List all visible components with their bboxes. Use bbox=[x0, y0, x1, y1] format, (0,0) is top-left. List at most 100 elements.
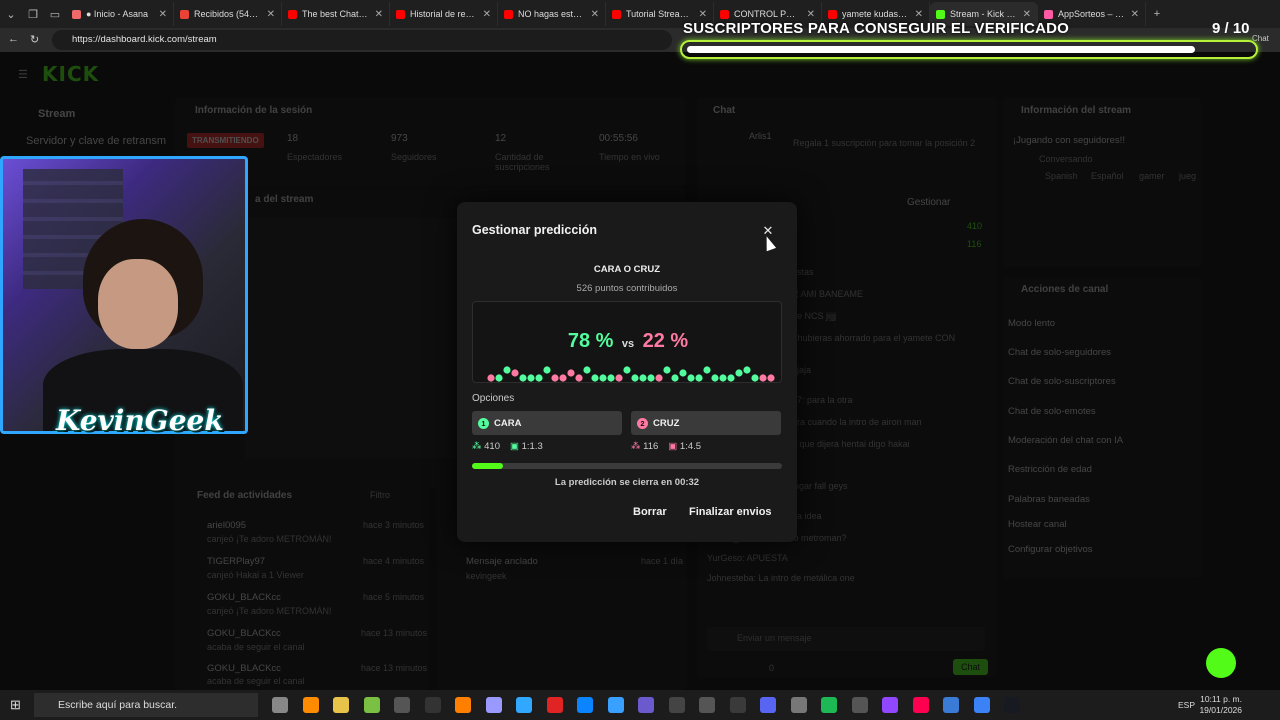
channel-actions-title: Acciones de canal bbox=[1021, 284, 1109, 295]
action-followers-only[interactable]: Chat de solo-seguidores bbox=[1008, 347, 1111, 358]
taskbar-app-icon[interactable] bbox=[333, 697, 349, 713]
taskbar-app-icon[interactable] bbox=[821, 697, 837, 713]
taskbar-search-input[interactable]: Escribe aquí para buscar. bbox=[34, 693, 258, 717]
action-subs-only[interactable]: Chat de solo-suscriptores bbox=[1008, 376, 1116, 387]
tab-close-icon[interactable]: ✕ bbox=[267, 9, 275, 20]
option-cruz-button[interactable]: 2 CRUZ bbox=[631, 411, 781, 435]
sidebar-item-stream-key[interactable]: Servidor y clave de retransm bbox=[26, 135, 166, 147]
chat-line: Johnesteba: La intro de metálica one bbox=[707, 573, 855, 583]
webcam-feed bbox=[0, 156, 248, 434]
taskbar-app-icon[interactable] bbox=[882, 697, 898, 713]
taskbar-app-icon[interactable] bbox=[546, 697, 563, 713]
taskbar-app-icon[interactable] bbox=[729, 697, 746, 713]
taskbar-app-icon[interactable] bbox=[790, 697, 807, 713]
new-tab-icon[interactable]: + bbox=[1146, 0, 1168, 28]
taskbar-app-icon[interactable] bbox=[973, 697, 990, 713]
chat-send-button[interactable]: Chat bbox=[953, 659, 989, 675]
action-slow-mode[interactable]: Modo lento bbox=[1008, 318, 1055, 329]
browser-tab[interactable]: ● Inicio - Asana ✕ bbox=[66, 2, 174, 26]
vote-dot bbox=[759, 374, 767, 382]
tab-list-icon[interactable]: ⌄ bbox=[0, 0, 22, 28]
delete-button[interactable]: Borrar bbox=[633, 506, 667, 518]
workspaces-icon[interactable]: ❐ bbox=[22, 0, 44, 28]
vote-dot bbox=[631, 374, 639, 382]
stream-info-tag: Español bbox=[1091, 171, 1124, 181]
taskbar-app-icon[interactable] bbox=[485, 697, 502, 713]
sidebar-title[interactable]: Stream bbox=[38, 108, 75, 120]
taskbar-app-icon[interactable] bbox=[424, 697, 441, 713]
action-host-channel[interactable]: Hostear canal bbox=[1008, 519, 1067, 530]
menu-icon[interactable]: ☰ bbox=[18, 68, 28, 81]
tab-close-icon[interactable]: ✕ bbox=[807, 9, 815, 20]
taskbar-app-icon[interactable] bbox=[699, 697, 715, 713]
action-age-restriction[interactable]: Restricción de edad bbox=[1008, 464, 1092, 475]
taskbar-app-icon[interactable] bbox=[272, 697, 288, 713]
tab-title: AppSorteos – Cara bbox=[1058, 9, 1126, 19]
tab-close-icon[interactable]: ✕ bbox=[159, 9, 167, 20]
taskbar-app-icon[interactable] bbox=[760, 697, 776, 713]
tab-title: Stream - Kick Dash bbox=[950, 9, 1018, 19]
browser-tab[interactable]: The best ChatBot a ✕ bbox=[282, 2, 390, 26]
activity-time: hace 13 minutos bbox=[361, 628, 428, 638]
windows-start-icon[interactable]: ⊞ bbox=[10, 697, 21, 713]
url-field[interactable]: https://dashboard.kick.com/stream bbox=[52, 30, 672, 50]
taskbar-app-icon[interactable] bbox=[607, 697, 624, 713]
finish-submissions-button[interactable]: Finalizar envios bbox=[689, 506, 772, 518]
tab-favicon-icon bbox=[828, 9, 837, 19]
taskbar-app-icon[interactable] bbox=[516, 697, 532, 713]
chat-input[interactable]: Enviar un mensaje bbox=[707, 627, 985, 651]
pinned-time: hace 1 día bbox=[641, 556, 684, 566]
chat-top-note: Regala 1 suscripción para tomar la posic… bbox=[793, 138, 976, 148]
taskbar-app-icon[interactable] bbox=[394, 697, 410, 713]
language-indicator[interactable]: ESP bbox=[1178, 700, 1195, 710]
vote-dot bbox=[503, 366, 511, 374]
activity-user: GOKU_BLACKcc bbox=[207, 628, 281, 639]
activity-filter-button[interactable]: Filtro bbox=[370, 490, 390, 500]
taskbar-app-icon[interactable] bbox=[668, 697, 685, 713]
tab-close-icon[interactable]: ✕ bbox=[591, 9, 599, 20]
taskbar-clock[interactable]: 10:11 p. m. 19/01/2026 bbox=[1199, 694, 1242, 716]
vote-dot bbox=[687, 374, 695, 382]
chat-manage-button[interactable]: Gestionar bbox=[907, 197, 950, 208]
time-progress-fill bbox=[472, 463, 503, 469]
action-configure-goals[interactable]: Configurar objetivos bbox=[1008, 544, 1093, 555]
tab-close-icon[interactable]: ✕ bbox=[915, 9, 923, 20]
taskbar-app-icon[interactable] bbox=[577, 697, 593, 713]
back-icon[interactable]: ← bbox=[8, 33, 19, 45]
taskbar-app-icon[interactable] bbox=[1004, 697, 1020, 713]
tab-close-icon[interactable]: ✕ bbox=[483, 9, 491, 20]
tab-favicon-icon bbox=[720, 9, 729, 19]
browser-tab[interactable]: NO hagas esto des ✕ bbox=[498, 2, 606, 26]
taskbar-app-icon[interactable] bbox=[912, 697, 929, 713]
option-cara-button[interactable]: 1 CARA bbox=[472, 411, 622, 435]
taskbar-app-icon[interactable] bbox=[363, 697, 380, 713]
tab-favicon-icon bbox=[612, 9, 621, 19]
vote-dot bbox=[615, 374, 623, 382]
option-ratio: 1:1.3 bbox=[521, 441, 543, 452]
taskbar-app-icon[interactable] bbox=[455, 697, 471, 713]
taskbar-app-icon[interactable] bbox=[851, 697, 868, 713]
stat-live-time-label: Tiempo en vivo bbox=[599, 152, 660, 162]
tab-close-icon[interactable]: ✕ bbox=[699, 9, 707, 20]
tab-close-icon[interactable]: ✕ bbox=[375, 9, 383, 20]
action-ai-moderation[interactable]: Moderación del chat con IA bbox=[1008, 435, 1123, 446]
browser-tab[interactable]: Recibidos (547) - ke ✕ bbox=[174, 2, 282, 26]
vote-dot bbox=[719, 374, 727, 382]
tab-actions-icon[interactable]: ▭ bbox=[44, 0, 66, 28]
channel-actions-panel: Acciones de canal Modo lento Chat de sol… bbox=[1003, 278, 1201, 578]
browser-tab[interactable]: Historial de reprodu ✕ bbox=[390, 2, 498, 26]
kick-logo[interactable]: KICK bbox=[42, 62, 99, 86]
support-bubble-icon[interactable] bbox=[1206, 648, 1236, 678]
tab-close-icon[interactable]: ✕ bbox=[1131, 9, 1139, 20]
taskbar-app-icon[interactable] bbox=[943, 697, 959, 713]
chat-points-b: 116 bbox=[967, 239, 982, 249]
taskbar-app-icon[interactable] bbox=[302, 697, 319, 713]
refresh-icon[interactable]: ↻ bbox=[30, 33, 39, 46]
taskbar-app-icon[interactable] bbox=[638, 697, 654, 713]
action-banned-words[interactable]: Palabras baneadas bbox=[1008, 494, 1090, 505]
subscriber-goal-fill bbox=[687, 46, 1195, 53]
tab-close-icon[interactable]: ✕ bbox=[1023, 9, 1031, 20]
vote-dot bbox=[487, 374, 495, 382]
tab-title: NO hagas esto des bbox=[518, 9, 586, 19]
action-emotes-only[interactable]: Chat de solo-emotes bbox=[1008, 406, 1096, 417]
